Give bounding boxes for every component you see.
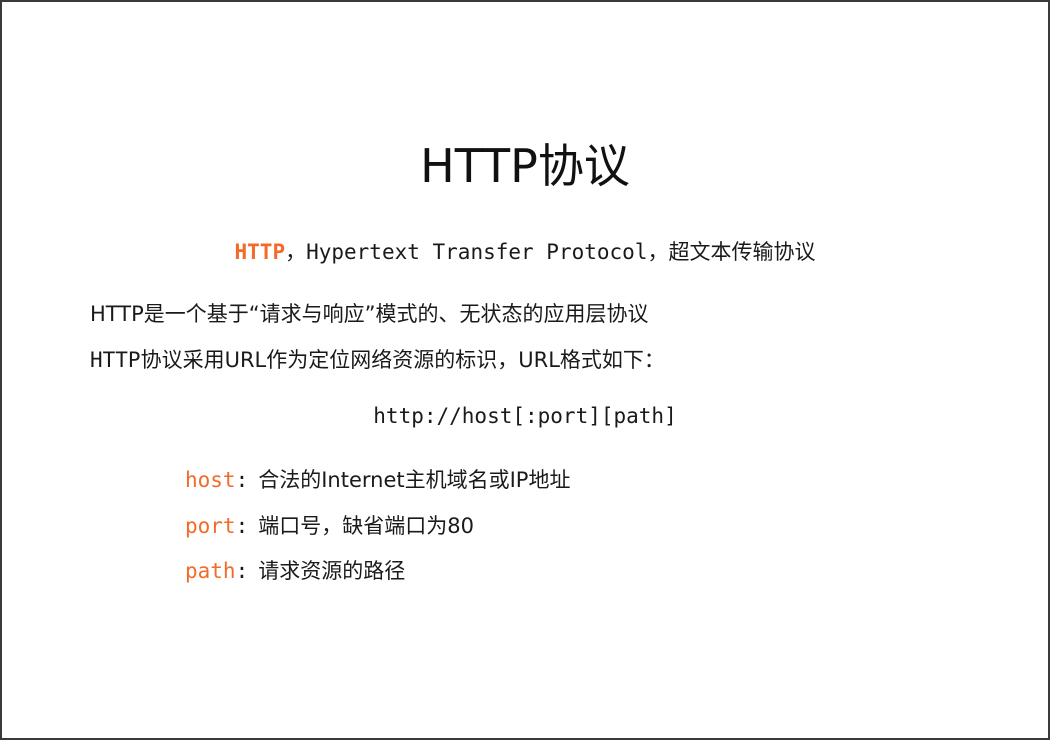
url-line-text: 协议采用URL作为定位网络资源的标识，URL格式如下： — [140, 348, 665, 372]
slide-subtitle: HTTP，Hypertext Transfer Protocol，超文本传输协议 — [2, 236, 1048, 266]
param-name: port — [185, 514, 236, 538]
subtitle-full-name: Hypertext Transfer Protocol — [306, 240, 648, 264]
param-description: 端口号，缺省端口为80 — [258, 514, 474, 538]
http-description-line: HTTP是一个基于“请求与响应”模式的、无状态的应用层协议 — [90, 302, 649, 326]
subtitle-separator-1: ， — [285, 240, 307, 264]
url-line-prefix: HTTP — [90, 348, 141, 372]
param-name: host — [185, 468, 236, 492]
url-description-line: HTTP协议采用URL作为定位网络资源的标识，URL格式如下： — [90, 344, 665, 374]
param-colon: : — [235, 514, 249, 538]
subtitle-separator-2: ， — [647, 240, 669, 264]
param-name: path — [185, 559, 236, 583]
param-host: host: 合法的Internet主机域名或IP地址 — [185, 464, 570, 494]
param-port: port: 端口号，缺省端口为80 — [185, 510, 474, 540]
subtitle-acronym: HTTP — [234, 240, 286, 264]
subtitle-chinese: 超文本传输协议 — [668, 240, 816, 264]
param-description: 请求资源的路径 — [258, 559, 406, 583]
param-description: 合法的Internet主机域名或IP地址 — [258, 468, 571, 492]
slide: HTTP协议 HTTP，Hypertext Transfer Protocol，… — [0, 0, 1050, 740]
param-path: path: 请求资源的路径 — [185, 555, 405, 585]
url-format: http://host[:port][path] — [373, 404, 677, 428]
param-colon: : — [235, 468, 249, 492]
slide-title: HTTP协议 — [420, 139, 630, 193]
param-colon: : — [235, 559, 249, 583]
